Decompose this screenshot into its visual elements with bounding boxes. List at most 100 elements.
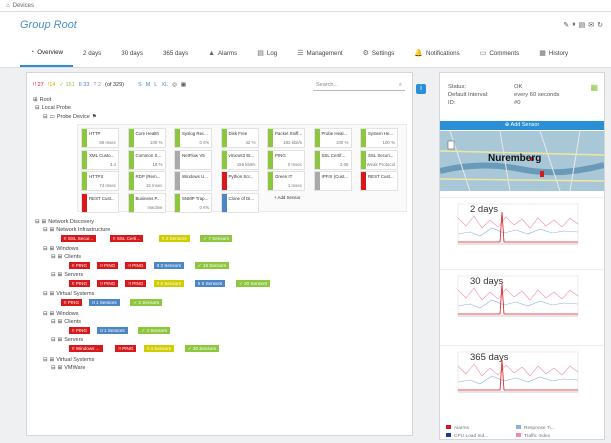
status-chip[interactable]: !! PING — [69, 280, 91, 287]
filter-paused[interactable]: II 33 — [79, 82, 90, 88]
print-icon[interactable]: ▤ — [579, 21, 586, 29]
sensor-tile[interactable]: Disk Free 42 % — [220, 128, 259, 148]
status-chip[interactable]: II 1 Sensors — [89, 299, 120, 306]
sensor-tile[interactable]: vmxnet3 Et... 159 kbit/s — [220, 149, 259, 170]
tab-30-days[interactable]: 30 days — [111, 39, 153, 67]
qr-icon[interactable]: ▦ — [590, 83, 598, 92]
legend-item[interactable]: CPU Load Ind... — [446, 433, 516, 441]
sensor-graph-2[interactable]: 365 days — [440, 345, 604, 415]
filter-down[interactable]: !! 27 — [33, 82, 44, 88]
info-button[interactable]: i — [416, 84, 426, 94]
sensor-tile[interactable]: Common S... 18 % — [127, 149, 166, 170]
sensor-tile[interactable]: System He... 100 % — [360, 128, 398, 148]
sensor-tile[interactable]: RDP (Rem... 15 msec — [127, 171, 166, 191]
tree-servers-2[interactable]: ⊟ ⊞ Servers — [51, 337, 83, 343]
breadcrumb-devices[interactable]: Devices — [13, 3, 34, 9]
sensor-tile[interactable]: + Add Sensor — [267, 193, 305, 213]
house-icon[interactable]: ⌂ — [6, 3, 10, 9]
status-chip[interactable]: ✓ 30 Sensors — [184, 345, 220, 352]
status-chip[interactable]: !! PING — [97, 280, 119, 287]
tab-settings[interactable]: ⚙ Settings — [353, 39, 405, 67]
status-chip[interactable]: !! PING — [69, 327, 91, 334]
tree-virtual-systems[interactable]: ⊟ ⊞ Virtual Systems — [43, 291, 94, 297]
sensor-tile[interactable]: REST Cust... — [81, 192, 119, 213]
status-chip[interactable]: !! 2 Sensors — [153, 280, 185, 287]
status-chip[interactable]: II 3 Sensors — [153, 262, 185, 269]
sensor-graph-1[interactable]: 30 days — [440, 269, 604, 339]
wrench-icon[interactable]: ✎ — [563, 21, 569, 29]
tree-root[interactable]: ⊞ Root — [33, 97, 51, 103]
tree-network-discovery[interactable]: ⊟ ⊞ Network Discovery — [35, 219, 94, 225]
sensor-tile[interactable]: Business P... Inactive — [127, 192, 166, 213]
grid-icon[interactable]: ▦ — [181, 82, 186, 88]
status-chip[interactable]: !! SSL Certi... — [110, 235, 144, 242]
sensor-tile[interactable]: HTTP 69 msec — [81, 128, 119, 148]
tree-vmware[interactable]: ⊟ ⊞ VMWare — [51, 365, 85, 371]
sensor-tile[interactable]: Python Scr... — [220, 171, 259, 191]
tab-management[interactable]: ☰ Management — [287, 39, 352, 67]
tab-overview[interactable]: ◔ Overview — [20, 39, 74, 67]
tree-clients[interactable]: ⊟ ⊞ Clients — [51, 254, 81, 260]
sensor-tile[interactable]: Clone of Di... — [220, 192, 259, 213]
status-chip[interactable]: ✓ 15 Sensors — [194, 262, 230, 269]
filter-warning[interactable]: !14 — [48, 82, 56, 88]
search-input[interactable]: Search... ⌕ — [313, 80, 405, 91]
refresh-icon[interactable]: ↻ — [597, 21, 603, 29]
tab-365-days[interactable]: 365 days — [153, 39, 198, 67]
sensor-tile[interactable]: REST Cust... — [360, 171, 398, 191]
tab-comments[interactable]: ▭ Comments — [470, 39, 530, 67]
status-chip[interactable]: II 1 Sensors — [97, 327, 128, 334]
sensor-tile[interactable]: Core Health 100 % — [127, 128, 166, 148]
location-map[interactable]: Nuremberg — [440, 131, 604, 191]
tab-notifications[interactable]: 🔔 Notifications — [404, 39, 469, 67]
sensor-tile[interactable]: HTTPS 74 msec — [81, 171, 119, 191]
sensor-tile[interactable]: NetFlow V5 — [174, 149, 212, 170]
sensor-tile[interactable]: SNMP Trap... 0 #/s — [174, 192, 212, 213]
status-chip[interactable]: ✓ 4 Sensors — [138, 327, 171, 334]
tab-2-days[interactable]: 2 days — [73, 39, 111, 67]
status-chip[interactable]: !! PING — [125, 262, 147, 269]
sensor-tile[interactable]: SSL Securi... Weak Protocol — [360, 149, 398, 170]
status-chip[interactable]: !! SSL Secur... — [61, 235, 97, 242]
filter-unknown[interactable]: ? 2 — [93, 82, 101, 88]
status-chip[interactable]: !! Windows ... — [69, 345, 103, 352]
sensor-tile[interactable]: XML Custo... 3.4 — [81, 149, 119, 170]
tree-local-probe[interactable]: ⊟ Local Probe — [35, 105, 71, 111]
status-chip[interactable]: ✓ 2 Sensors — [130, 299, 163, 306]
sensor-tile[interactable]: Probe Heal... 100 % — [313, 128, 352, 148]
sensor-tile[interactable]: Windows U... — [174, 171, 212, 191]
add-sensor-button[interactable]: ⊕ Add Sensor — [440, 121, 604, 130]
sensor-tile[interactable]: Syslog Rec... 0 #/s — [174, 128, 212, 148]
tree-windows-2[interactable]: ⊟ ⊞ Windows — [43, 311, 79, 317]
size-m[interactable]: M — [146, 82, 151, 88]
tree-servers[interactable]: ⊟ ⊞ Servers — [51, 272, 83, 278]
target-icon[interactable]: ◎ — [172, 82, 177, 88]
pause-icon[interactable]: ⏸ — [572, 21, 576, 29]
status-chip[interactable]: !! 4 Sensors — [143, 345, 175, 352]
size-s[interactable]: S — [138, 82, 142, 88]
status-chip[interactable]: !! PING — [125, 280, 147, 287]
tab-history[interactable]: ▦ History — [529, 39, 578, 67]
status-chip[interactable]: ✓ 20 Sensors — [236, 280, 271, 287]
tab-alarms[interactable]: ▲ Alarms — [198, 39, 247, 67]
status-chip[interactable]: !! PING — [69, 262, 91, 269]
status-chip[interactable]: !! 2 Sensors — [159, 235, 190, 242]
status-chip[interactable]: !! PING — [61, 299, 83, 306]
sensor-tile[interactable]: Packet Sniff... 182 kbit/s — [267, 128, 305, 148]
legend-item[interactable]: Traffic Index — [516, 433, 586, 441]
status-chip[interactable]: II 5 Sensors — [194, 280, 226, 287]
status-chip[interactable]: !! PING — [115, 345, 137, 352]
sensor-tile[interactable]: PING 0 msec — [267, 149, 305, 170]
tree-network-infrastructure[interactable]: ⊟ ⊞ Network Infrastructure — [43, 227, 110, 233]
mail-icon[interactable]: ✉ — [588, 21, 594, 29]
tree-clients-2[interactable]: ⊟ ⊞ Clients — [51, 319, 81, 325]
tree-windows[interactable]: ⊟ ⊞ Windows — [43, 246, 79, 252]
sensor-graph-0[interactable]: 2 days — [440, 197, 604, 267]
legend-item[interactable]: Alarms — [446, 425, 516, 433]
size-l[interactable]: L — [154, 82, 157, 88]
tree-probe-device[interactable]: ⊟ ▭ Probe Device ⚑ — [43, 114, 97, 120]
legend-item[interactable]: Response Ti... — [516, 425, 586, 433]
tab-log[interactable]: ▤ Log — [247, 39, 287, 67]
status-chip[interactable]: ✓ 7 Sensors — [200, 235, 232, 242]
filter-up[interactable]: ✓ 151 — [59, 82, 74, 88]
